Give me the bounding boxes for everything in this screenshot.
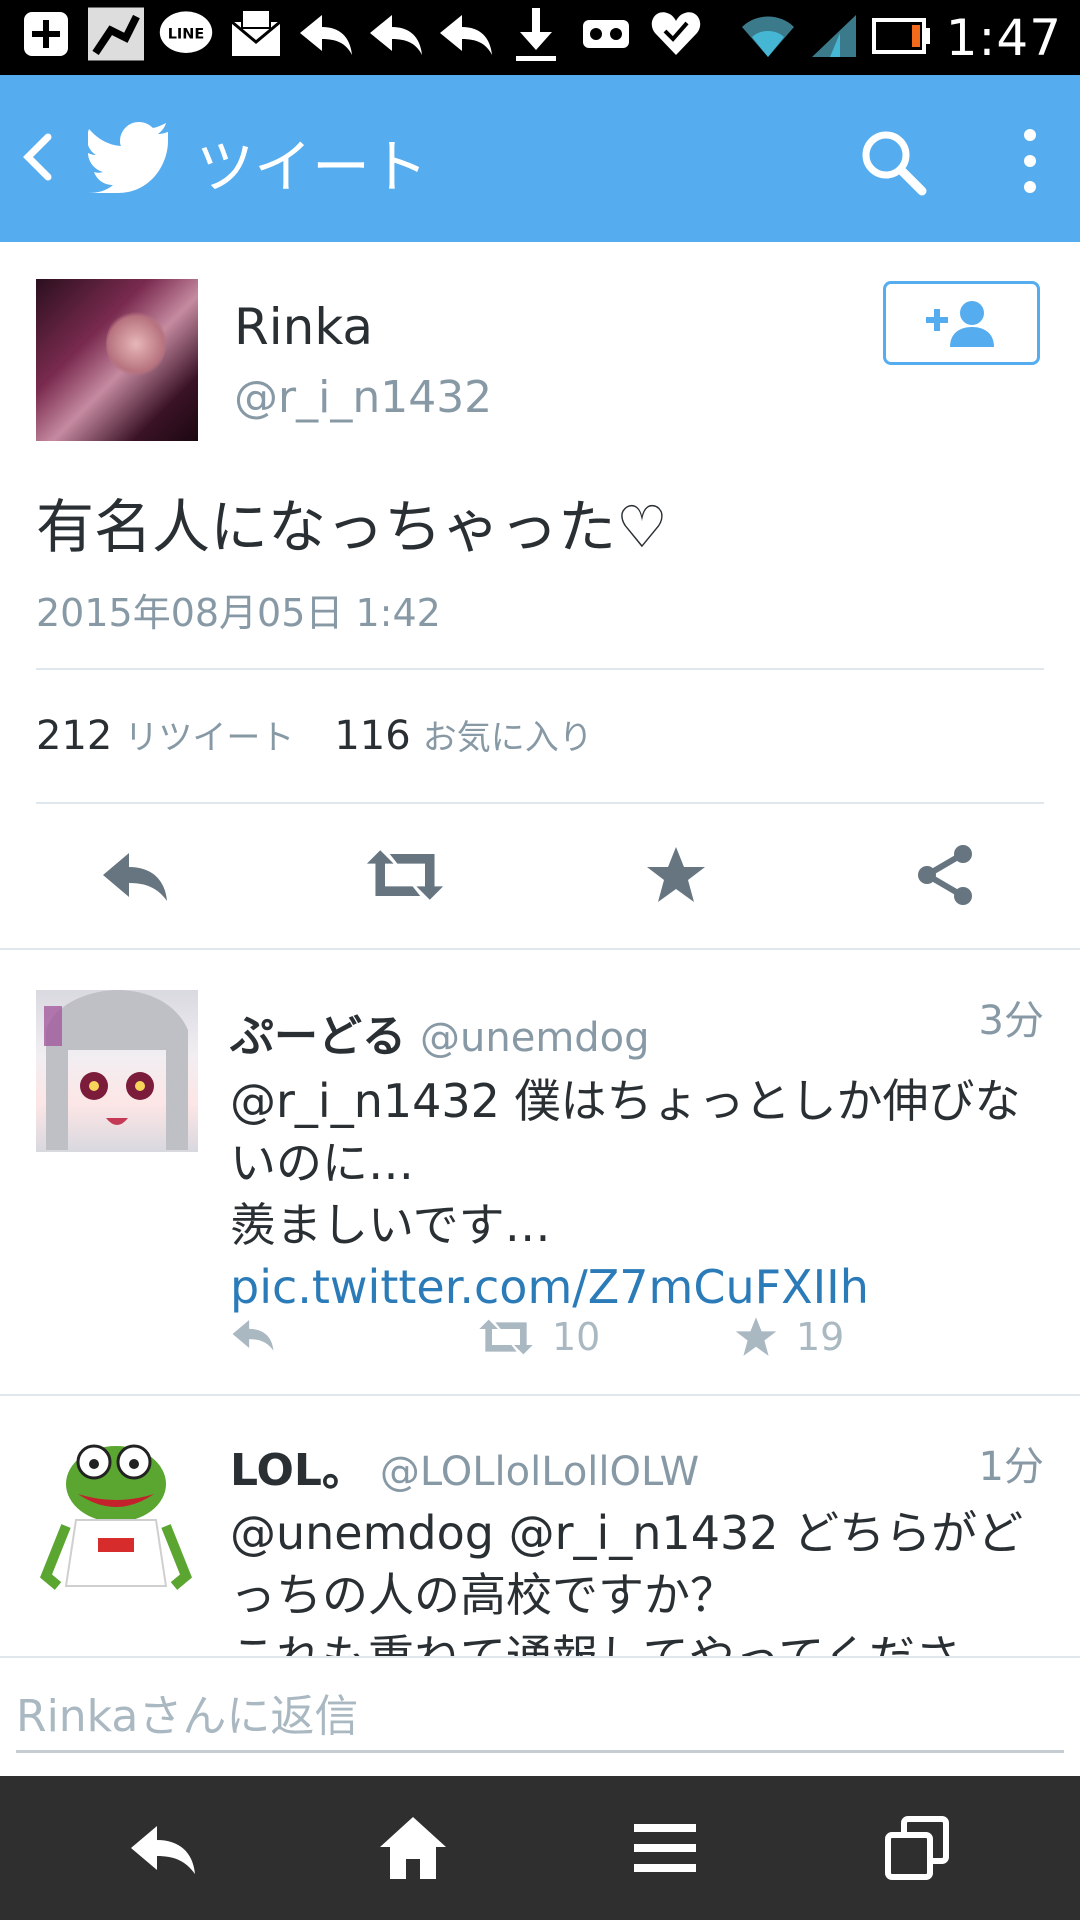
mention-link[interactable]: @unemdog @r_i_n1432 xyxy=(230,1506,779,1560)
reply-icon xyxy=(103,853,167,901)
wifi-icon xyxy=(740,13,796,63)
reply-icon xyxy=(232,1319,274,1351)
reply-text: @r_i_n1432 僕はちょっとしか伸びないのに… 羨ましいです… pic.tw… xyxy=(230,1070,1045,1318)
battery-icon xyxy=(871,16,932,60)
nav-home-button[interactable] xyxy=(368,1812,458,1884)
input-underline xyxy=(16,1750,1064,1753)
nav-menu-button[interactable] xyxy=(620,1812,710,1884)
page-title: ツイート xyxy=(196,133,429,201)
tweet-timestamp: 2015年08月05日 1:42 xyxy=(36,591,441,635)
retweet-label[interactable]: リツイート xyxy=(124,710,294,759)
overflow-menu-button[interactable] xyxy=(1010,125,1050,197)
back-button[interactable] xyxy=(14,127,64,187)
back-icon xyxy=(131,1826,195,1874)
recent-apps-icon xyxy=(885,1816,949,1880)
retweet-icon xyxy=(479,1319,533,1355)
media-link[interactable]: pic.twitter.com/Z7mCuFXIIh xyxy=(230,1260,869,1314)
app-bar: ツイート xyxy=(0,75,1080,242)
reply-text-line2: 羨ましいです… xyxy=(230,1198,551,1252)
avatar[interactable] xyxy=(36,990,198,1152)
line-icon: LINE xyxy=(158,6,214,62)
heart-icon xyxy=(648,6,704,62)
menu-icon xyxy=(634,1824,696,1872)
svg-text:LINE: LINE xyxy=(168,27,205,43)
star-icon xyxy=(735,1317,777,1356)
notification-icons: LINE xyxy=(18,6,704,62)
reply-icon xyxy=(298,6,354,62)
reply-time: 3分 xyxy=(978,998,1044,1044)
download-icon xyxy=(508,6,564,62)
favorite-button[interactable] xyxy=(636,840,716,910)
tweet-actions xyxy=(0,840,1080,910)
navigation-bar xyxy=(0,1776,1080,1920)
divider xyxy=(36,802,1044,804)
favorite-label[interactable]: お気に入り xyxy=(423,710,593,759)
reply-author-name[interactable]: LOL。 xyxy=(230,1445,366,1496)
follow-button[interactable] xyxy=(883,281,1040,365)
author-handle[interactable]: @r_i_n1432 xyxy=(234,372,492,423)
reply-favorite-count: 19 xyxy=(796,1315,845,1359)
reply-text: @unemdog @r_i_n1432 どちらがどっちの人の高校ですか？これも重… xyxy=(230,1502,1045,1656)
reply-author-name[interactable]: ぷーどる xyxy=(230,1011,406,1062)
share-icon xyxy=(918,845,972,905)
twitter-bird-icon xyxy=(87,121,172,195)
reply-text-line2: これも重ねて通報してやってくださ xyxy=(230,1630,961,1656)
reply-time: 1分 xyxy=(978,1444,1044,1490)
retweet-count[interactable]: 212 xyxy=(36,713,112,759)
avatar[interactable] xyxy=(36,279,198,441)
reply-favorite-button[interactable]: 19 xyxy=(734,1315,844,1359)
reply-author-handle[interactable]: @unemdog xyxy=(420,1015,650,1061)
reply-author[interactable]: LOL。 @LOLlolLollOLW xyxy=(230,1434,699,1498)
reply-actions: 10 19 xyxy=(230,1315,930,1365)
nav-recent-apps-button[interactable] xyxy=(872,1812,962,1884)
home-icon xyxy=(380,1817,446,1879)
reply-icon xyxy=(438,6,494,62)
mention-link[interactable]: @r_i_n1432 xyxy=(230,1074,500,1128)
reply-author[interactable]: ぷーどる @unemdog xyxy=(230,1000,650,1064)
tweet-stats: 212 リツイート 116 お気に入り xyxy=(36,710,593,759)
reply-composer[interactable]: Rinkaさんに返信 xyxy=(0,1656,1080,1778)
reply-author-handle[interactable]: @LOLlolLollOLW xyxy=(380,1449,699,1495)
signal-icon xyxy=(810,13,858,63)
favorite-count[interactable]: 116 xyxy=(334,713,410,759)
author-name[interactable]: Rinka xyxy=(234,298,373,356)
mail-icon xyxy=(228,6,284,62)
add-user-icon xyxy=(925,301,994,347)
reply-input-placeholder[interactable]: Rinkaさんに返信 xyxy=(16,1680,358,1744)
divider xyxy=(36,668,1044,670)
nav-back-button[interactable] xyxy=(118,1812,208,1884)
reply-reply-button[interactable] xyxy=(230,1315,276,1353)
reply-icon xyxy=(368,6,424,62)
avatar[interactable] xyxy=(36,1436,198,1598)
star-icon xyxy=(647,847,705,902)
clock: 1:47 xyxy=(945,8,1062,67)
share-button[interactable] xyxy=(906,840,986,910)
plus-square-icon xyxy=(18,6,74,62)
voicemail-icon xyxy=(578,6,634,62)
app-icon xyxy=(88,6,144,62)
list-item[interactable]: LOL。 @LOLlolLollOLW 1分 @unemdog @r_i_n143… xyxy=(0,1396,1080,1656)
retweet-icon xyxy=(366,850,444,900)
list-item[interactable]: ぷーどる @unemdog 3分 @r_i_n1432 僕はちょっとしか伸びないの… xyxy=(0,950,1080,1394)
system-icons: 1:47 xyxy=(740,0,1062,75)
status-bar: LINE 1:47 xyxy=(0,0,1080,75)
reply-retweet-button[interactable]: 10 xyxy=(478,1315,600,1359)
search-button[interactable] xyxy=(858,127,928,197)
tweet-text: 有名人になっちゃった♡ xyxy=(36,493,668,561)
reply-retweet-count: 10 xyxy=(552,1315,601,1359)
reply-button[interactable] xyxy=(95,840,175,910)
retweet-button[interactable] xyxy=(365,840,445,910)
